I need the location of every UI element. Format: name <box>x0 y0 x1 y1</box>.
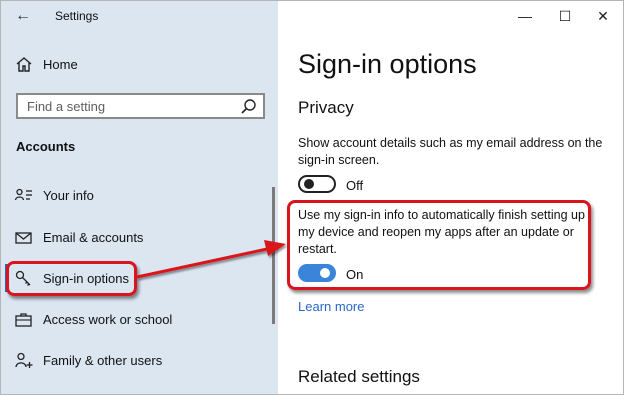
sidebar-item-label: Your info <box>43 188 94 203</box>
maximize-icon: ☐ <box>558 8 572 24</box>
app-title: Settings <box>55 9 99 23</box>
minimize-icon: — <box>518 8 532 24</box>
search-input[interactable]: Find a setting <box>16 93 265 119</box>
search-icon[interactable] <box>240 98 258 116</box>
close-button[interactable]: ✕ <box>592 5 614 27</box>
mail-icon <box>15 232 32 244</box>
back-button[interactable]: ← <box>13 5 33 27</box>
sidebar-item-home[interactable]: Home <box>1 48 273 82</box>
briefcase-icon <box>15 313 32 327</box>
toggle-state-label: Off <box>346 178 364 193</box>
sidebar-item-label: Access work or school <box>43 312 173 327</box>
back-arrow-icon: ← <box>15 7 31 24</box>
user-info-icon <box>14 188 32 201</box>
sidebar: ← Settings Home Find a setting Accounts <box>1 1 278 394</box>
highlight-box-setting <box>287 200 591 290</box>
search-placeholder: Find a setting <box>27 99 106 114</box>
page-title: Sign-in options <box>298 49 477 79</box>
show-account-details-toggle[interactable] <box>298 175 336 193</box>
sidebar-item-access-work-school[interactable]: Access work or school <box>1 303 273 337</box>
maximize-button[interactable]: ☐ <box>554 5 576 27</box>
minimize-button[interactable]: — <box>514 5 536 27</box>
sidebar-item-family-other-users[interactable]: Family & other users <box>1 344 273 378</box>
highlight-box-sidebar <box>6 261 137 296</box>
settings-window: ← Settings Home Find a setting Accounts <box>0 0 624 395</box>
sidebar-item-email-accounts[interactable]: Email & accounts <box>1 221 273 255</box>
close-icon: ✕ <box>597 8 609 24</box>
sidebar-item-your-info[interactable]: Your info <box>1 179 273 213</box>
toggle-knob <box>304 179 314 189</box>
home-icon <box>16 57 32 72</box>
sidebar-item-label: Email & accounts <box>43 230 144 245</box>
learn-more-link[interactable]: Learn more <box>298 299 364 314</box>
related-settings-heading: Related settings <box>298 367 420 386</box>
person-add-icon <box>15 352 33 368</box>
sidebar-item-label: Home <box>43 57 78 72</box>
sidebar-scrollbar[interactable] <box>272 187 275 324</box>
sidebar-item-label: Family & other users <box>43 353 163 368</box>
section-heading: Accounts <box>16 139 76 154</box>
show-account-details-description: Show account details such as my email ad… <box>298 136 603 167</box>
privacy-heading: Privacy <box>298 98 354 117</box>
main-content: — ☐ ✕ Sign-in options Privacy Show accou… <box>278 1 623 394</box>
